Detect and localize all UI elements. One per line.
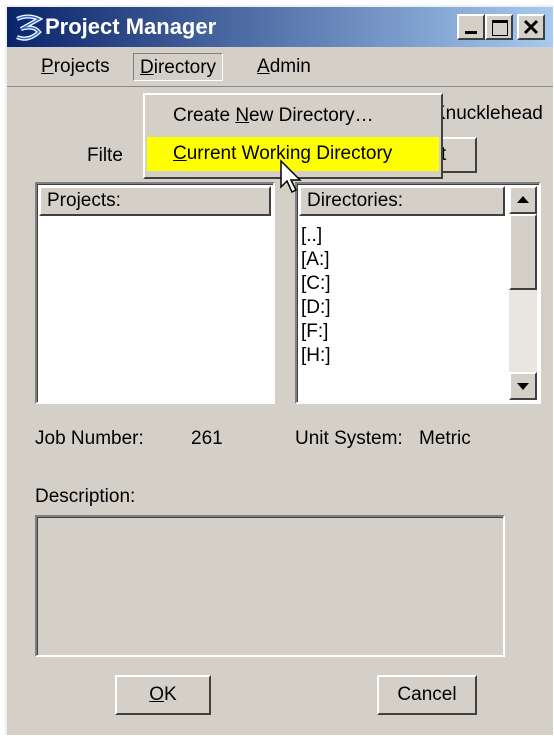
menu-bar: Projects Directory Admin — [7, 47, 553, 87]
directories-list-header: Directories: — [299, 186, 505, 216]
directory-item[interactable]: [H:] — [301, 344, 331, 368]
directories-list[interactable]: Directories: [..] [A:] [C:] [D:] [F:] [H… — [295, 182, 541, 404]
title-bar[interactable]: Project Manager — [7, 7, 553, 47]
directory-item[interactable]: [F:] — [301, 320, 328, 344]
window-title: Project Manager — [45, 14, 217, 39]
directories-scrollbar[interactable] — [509, 186, 537, 400]
filter-label: Filte — [87, 145, 123, 166]
directory-item[interactable]: [..] — [301, 224, 322, 248]
minimize-icon — [465, 31, 477, 34]
directory-item[interactable]: [C:] — [301, 272, 331, 296]
cancel-button[interactable]: Cancel — [377, 675, 477, 715]
project-manager-window: Project Manager Projects Directory Admin… — [5, 5, 553, 735]
close-icon — [523, 19, 539, 35]
menu-projects[interactable]: Projects — [35, 53, 116, 81]
menu-item-create-new-directory[interactable]: Create New Directory… — [147, 99, 439, 133]
arrow-up-icon — [517, 196, 529, 203]
arrow-down-icon — [517, 383, 529, 390]
menu-admin[interactable]: Admin — [251, 53, 317, 81]
scroll-down-button[interactable] — [509, 372, 537, 400]
menu-directory[interactable]: Directory — [133, 53, 224, 81]
maximize-icon — [492, 20, 508, 36]
maximize-button[interactable] — [485, 14, 513, 40]
description-label: Description: — [35, 486, 136, 507]
app-logo-icon — [16, 14, 43, 41]
description-field[interactable] — [35, 515, 505, 657]
unit-system-value: Metric — [419, 428, 471, 449]
mouse-cursor-icon — [280, 159, 302, 194]
scroll-up-button[interactable] — [509, 186, 537, 214]
ok-button[interactable]: OK — [115, 675, 211, 715]
unit-system-label: Unit System: — [295, 428, 403, 449]
job-number-value: 261 — [191, 428, 223, 449]
minimize-button[interactable] — [457, 14, 485, 40]
job-number-label: Job Number: — [35, 428, 144, 449]
directory-item[interactable]: [A:] — [301, 248, 330, 272]
directory-item[interactable]: [D:] — [301, 296, 331, 320]
projects-list-header: Projects: — [39, 186, 271, 216]
close-button[interactable] — [517, 14, 545, 40]
scroll-thumb[interactable] — [509, 214, 537, 290]
user-label: Knucklehead — [433, 103, 543, 124]
projects-list[interactable]: Projects: — [35, 182, 275, 404]
